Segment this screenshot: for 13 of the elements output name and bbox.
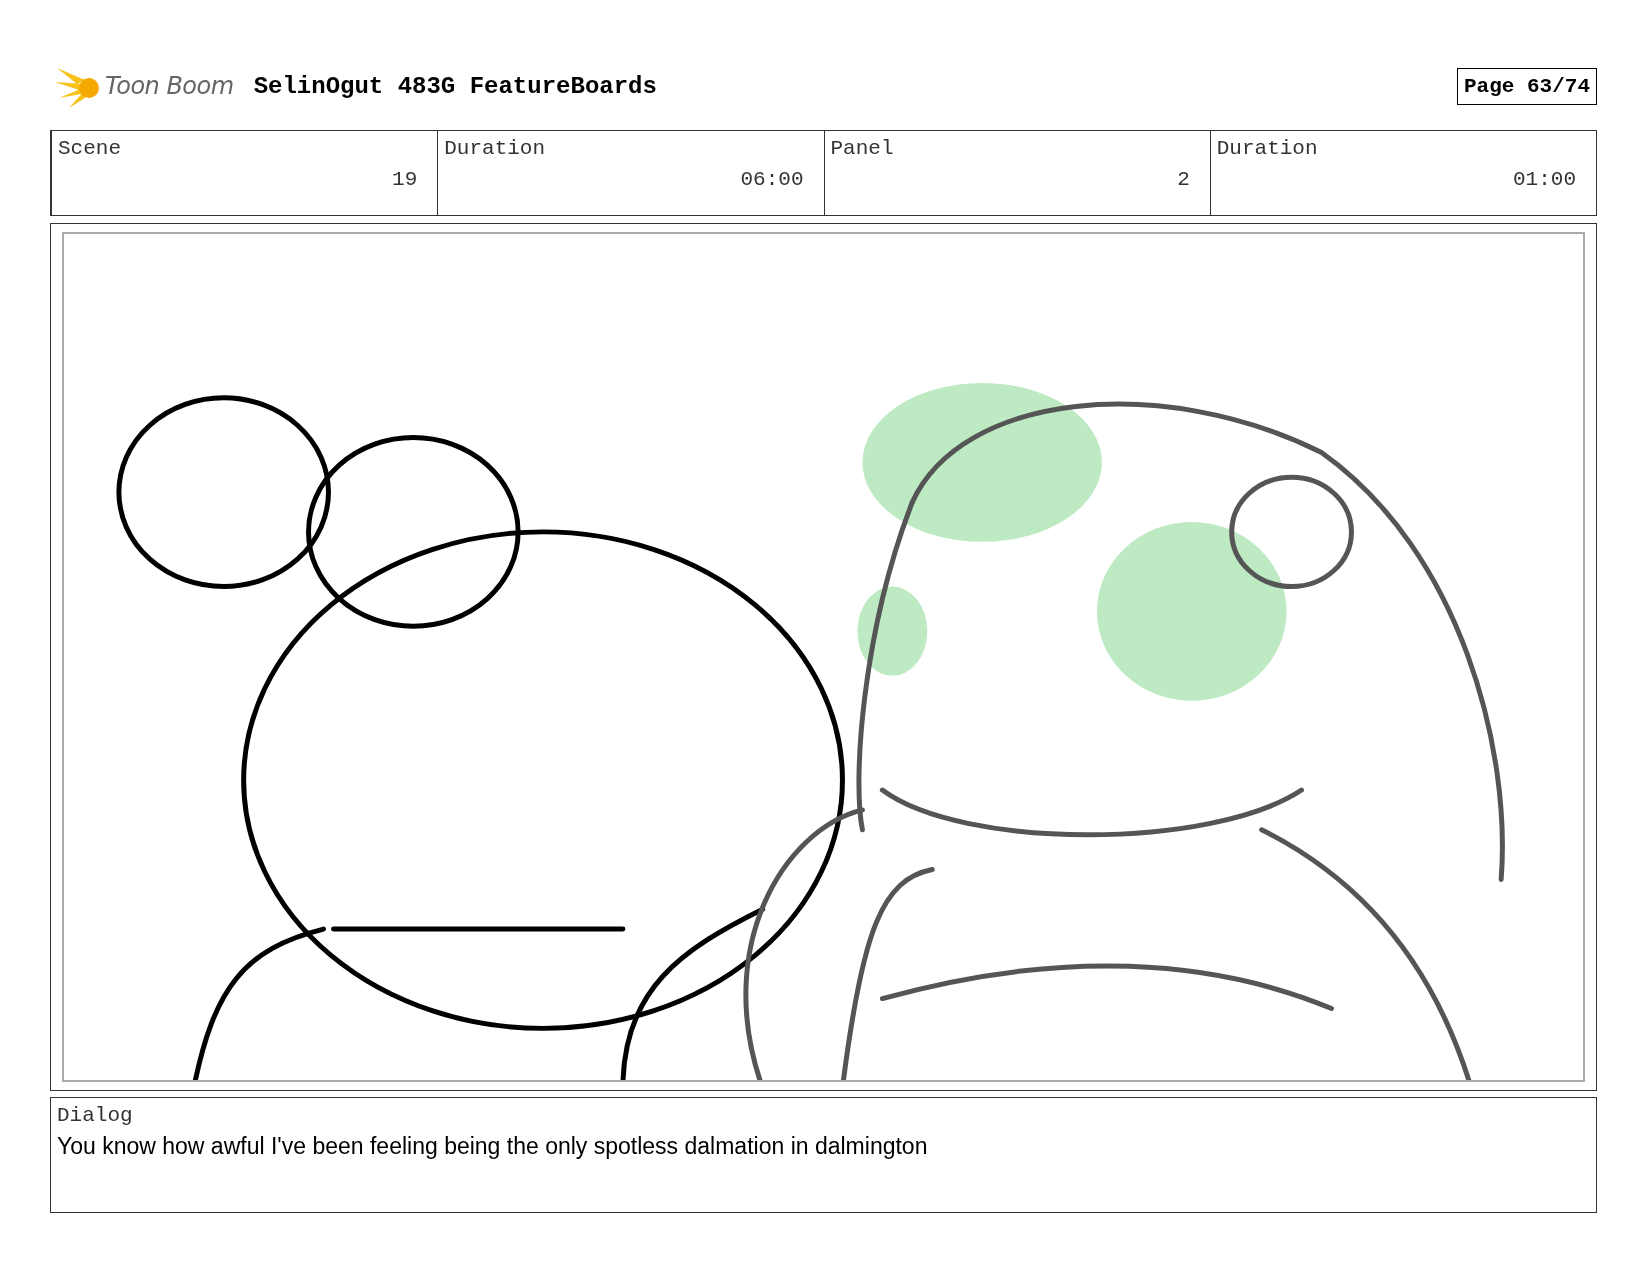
field-value: 19 — [392, 168, 418, 191]
page-number: Page 63/74 — [1456, 67, 1597, 105]
field-value: 01:00 — [1513, 168, 1576, 191]
field-value: 06:00 — [740, 168, 804, 191]
document-title: SelinOgut 483G FeatureBoards — [253, 72, 657, 100]
field-label: Duration — [1216, 137, 1319, 160]
dialog-text: You know how awful I've been feeling being the only spotless dalmation in dalmington — [57, 1133, 929, 1160]
logo-text: Toon Boom — [105, 72, 234, 100]
field-label: Duration — [444, 137, 547, 160]
field-label: Panel — [830, 137, 895, 160]
field-label: Scene — [58, 137, 122, 160]
field-value: 2 — [1177, 168, 1190, 191]
dialog-label: Dialog — [57, 1104, 134, 1127]
